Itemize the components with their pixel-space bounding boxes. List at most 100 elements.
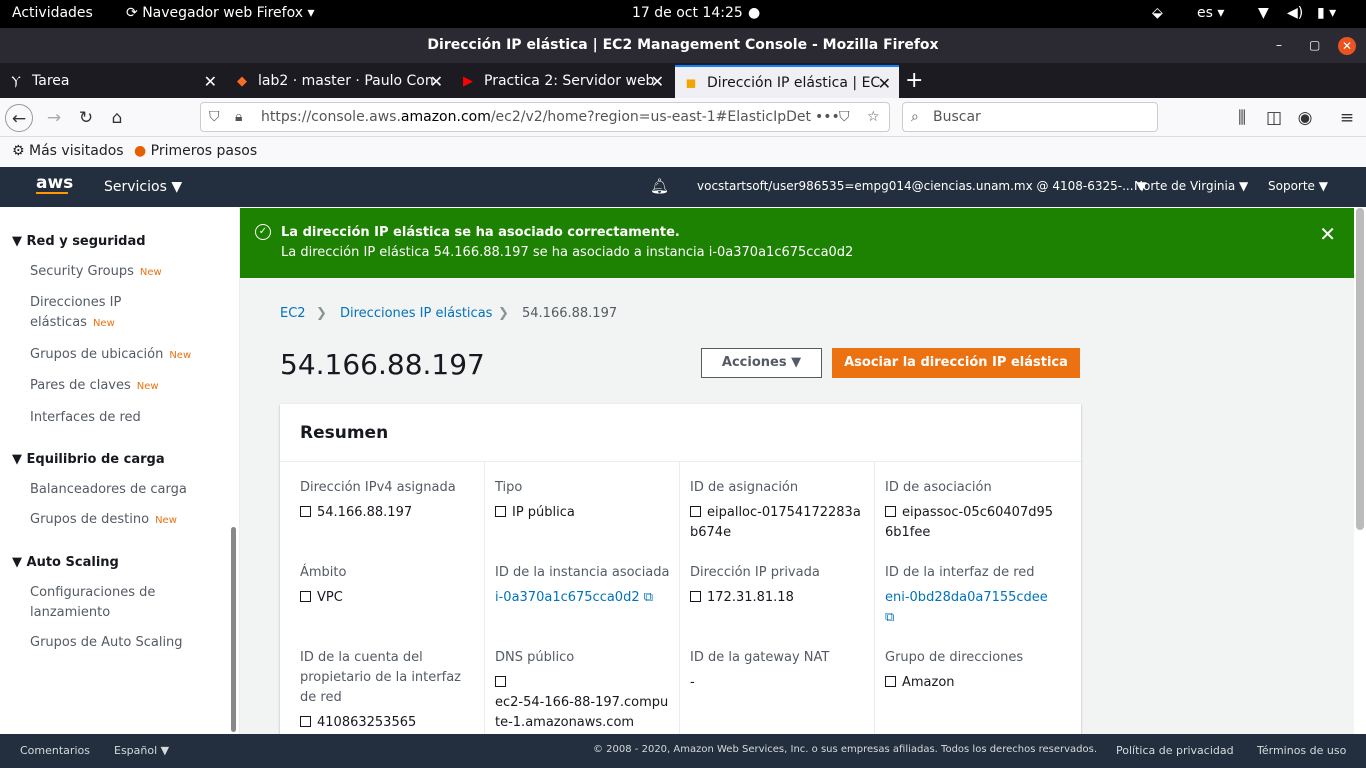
close-tab-icon[interactable]: ✕ xyxy=(430,65,443,98)
close-window-icon[interactable]: ✕ xyxy=(1338,37,1356,55)
bookmark-first-steps[interactable]: ● Primeros pasos xyxy=(134,143,257,159)
menu-icon[interactable]: ≡ xyxy=(1333,104,1361,132)
region-menu[interactable]: Norte de Virginia ▼ xyxy=(1134,179,1248,193)
sidebar-item-placement-groups[interactable]: Grupos de ubicación New xyxy=(30,345,191,366)
library-icon[interactable]: ⫼ xyxy=(1228,104,1256,132)
bookmark-most-visited[interactable]: ⚙ Más visitados xyxy=(12,143,124,159)
pocket-icon[interactable]: ⛉ xyxy=(839,103,850,131)
search-input[interactable]: ⌕ Buscar xyxy=(902,102,1158,132)
sidebar-item-key-pairs[interactable]: Pares de claves New xyxy=(30,376,159,397)
sidebar-icon[interactable]: ◫ xyxy=(1260,104,1288,132)
copyright: © 2008 - 2020, Amazon Web Services, Inc.… xyxy=(593,744,1098,755)
external-link-icon[interactable]: ⧉ xyxy=(885,610,894,625)
eni-link[interactable]: eni-0bd28da0a7155cdee xyxy=(885,590,1048,605)
sidebar-item-security-groups[interactable]: Security Groups New xyxy=(30,262,162,283)
copy-icon[interactable] xyxy=(690,506,701,517)
sidebar-item-auto-scaling-groups[interactable]: Grupos de Auto Scaling xyxy=(30,633,183,653)
services-menu[interactable]: Servicios ▼ xyxy=(104,179,182,195)
minimize-icon[interactable]: – xyxy=(1276,28,1282,63)
sidebar-item-elastic-ips[interactable]: Direcciones IP elásticas New xyxy=(30,293,121,334)
tab-favicon-icon: Ⲩ xyxy=(11,74,21,89)
close-tab-icon[interactable]: ✕ xyxy=(651,65,664,98)
search-icon: ⌕ xyxy=(911,109,919,125)
feedback-link[interactable]: Comentarios xyxy=(20,744,90,757)
close-tab-icon[interactable]: ✕ xyxy=(204,65,217,98)
copy-icon[interactable] xyxy=(885,676,896,687)
forward-icon[interactable]: → xyxy=(40,104,68,132)
battery-icon[interactable]: ▮ ▾ xyxy=(1317,5,1336,21)
language-indicator[interactable]: es ▾ xyxy=(1197,5,1224,21)
aws-box-icon: ◼ xyxy=(685,76,697,91)
tab-tarea[interactable]: Ⲩ Tarea ✕ xyxy=(0,65,225,98)
tab-gitlab[interactable]: ◆ lab2 · master · Paulo Con ✕ xyxy=(226,65,451,98)
shield-icon: ⛉ xyxy=(209,109,220,125)
field-scope: Ámbito VPC xyxy=(300,565,347,605)
instance-link[interactable]: i-0a370a1c675cca0d2 xyxy=(495,590,640,605)
bell-icon[interactable]: 🔔︎ xyxy=(650,177,669,195)
external-link-icon[interactable]: ⧉ xyxy=(644,590,653,605)
copy-icon[interactable] xyxy=(885,506,896,517)
aws-logo[interactable]: aws xyxy=(36,173,73,193)
lock-icon: 🔒︎ xyxy=(235,109,243,125)
field-allocation-id: ID de asignación eipalloc-01754172283ab67… xyxy=(690,480,861,540)
actions-button[interactable]: Acciones ▼ xyxy=(701,348,822,378)
sidebar-scrollbar[interactable] xyxy=(231,527,236,732)
sidebar-item-load-balancers[interactable]: Balanceadores de carga xyxy=(30,480,187,500)
sidebar-section-load-balancing[interactable]: ▼ Equilibrio de carga xyxy=(12,452,165,467)
bookmark-star-icon[interactable]: ☆ xyxy=(867,103,880,131)
associate-eip-button[interactable]: Asociar la dirección IP elástica xyxy=(832,348,1080,378)
home-icon[interactable]: ⌂ xyxy=(103,104,131,132)
field-ipv4: Dirección IPv4 asignada 54.166.88.197 xyxy=(300,480,456,520)
dropbox-icon[interactable]: ⬙ xyxy=(1152,5,1163,21)
clock[interactable]: 17 de oct 14:25 xyxy=(632,5,743,21)
flash-title: La dirección IP elástica se ha asociado … xyxy=(281,225,680,240)
copy-icon[interactable] xyxy=(300,591,311,602)
notification-dot-icon: ● xyxy=(748,5,761,21)
field-type: Tipo IP pública xyxy=(495,480,575,520)
breadcrumb-elastic-ips[interactable]: Direcciones IP elásticas xyxy=(340,306,492,321)
copy-icon[interactable] xyxy=(495,676,506,687)
column-divider xyxy=(484,462,485,744)
sidebar-section-network[interactable]: ▼ Red y seguridad xyxy=(12,234,146,249)
account-menu[interactable]: vocstartsoft/user986535=empg014@ciencias… xyxy=(697,179,1147,193)
copy-icon[interactable] xyxy=(300,506,311,517)
account-icon[interactable]: ◉ xyxy=(1291,104,1319,132)
url-bar[interactable]: ⛉ 🔒︎ https://console.aws.amazon.com/ec2/… xyxy=(200,102,890,132)
breadcrumb-ec2[interactable]: EC2 xyxy=(280,306,306,321)
new-tab-icon[interactable]: + xyxy=(905,63,923,98)
dismiss-flash-icon[interactable]: ✕ xyxy=(1319,222,1336,246)
page-actions-icon[interactable]: ••• xyxy=(811,103,840,131)
sidebar-item-network-interfaces[interactable]: Interfaces de red xyxy=(30,408,141,428)
privacy-link[interactable]: Política de privacidad xyxy=(1116,744,1234,757)
reload-icon[interactable]: ↻ xyxy=(72,104,100,132)
activities-button[interactable]: Actividades xyxy=(12,5,93,21)
youtube-icon: ▶ xyxy=(463,74,473,89)
maximize-icon[interactable]: ▢ xyxy=(1309,28,1320,63)
sidebar-item-target-groups[interactable]: Grupos de destino New xyxy=(30,510,177,531)
volume-icon[interactable]: ◀) xyxy=(1287,5,1303,21)
window-titlebar: Dirección IP elástica | EC2 Management C… xyxy=(0,28,1366,63)
language-selector[interactable]: Español ▼ xyxy=(114,744,169,757)
column-divider xyxy=(874,462,875,744)
back-icon[interactable]: ← xyxy=(5,104,33,132)
field-owner: ID de la cuenta del propietario de la in… xyxy=(300,650,461,730)
copy-icon[interactable] xyxy=(300,716,311,727)
aws-logo-smile xyxy=(36,192,68,194)
tab-elastic-ip[interactable]: ◼ Dirección IP elástica | EC ✕ xyxy=(675,65,899,98)
field-private-ip: Dirección IP privada 172.31.81.18 xyxy=(690,565,820,605)
terms-link[interactable]: Términos de uso xyxy=(1257,744,1346,757)
sidebar-section-auto-scaling[interactable]: ▼ Auto Scaling xyxy=(12,555,119,570)
wifi-icon[interactable]: ▼ xyxy=(1258,5,1269,21)
field-association-id: ID de asociación eipassoc-05c60407d956b1f… xyxy=(885,480,1054,540)
page-scrollbar[interactable] xyxy=(1356,208,1364,530)
copy-icon[interactable] xyxy=(690,591,701,602)
support-menu[interactable]: Soporte ▼ xyxy=(1268,179,1328,193)
flash-body: La dirección IP elástica 54.166.88.197 s… xyxy=(281,245,854,260)
main-content: EC2 ❯ Direcciones IP elásticas ❯ 54.166.… xyxy=(240,278,1354,744)
tab-youtube[interactable]: ▶ Practica 2: Servidor web ✕ xyxy=(452,65,672,98)
field-dns: DNS público ec2-54-166-88-197.compute-1.a… xyxy=(495,650,669,730)
sidebar-item-launch-configs[interactable]: Configuraciones de lanzamiento xyxy=(30,583,155,623)
app-menu[interactable]: ⟳ Navegador web Firefox ▾ xyxy=(126,5,314,21)
copy-icon[interactable] xyxy=(495,506,506,517)
close-tab-icon[interactable]: ✕ xyxy=(878,67,891,98)
